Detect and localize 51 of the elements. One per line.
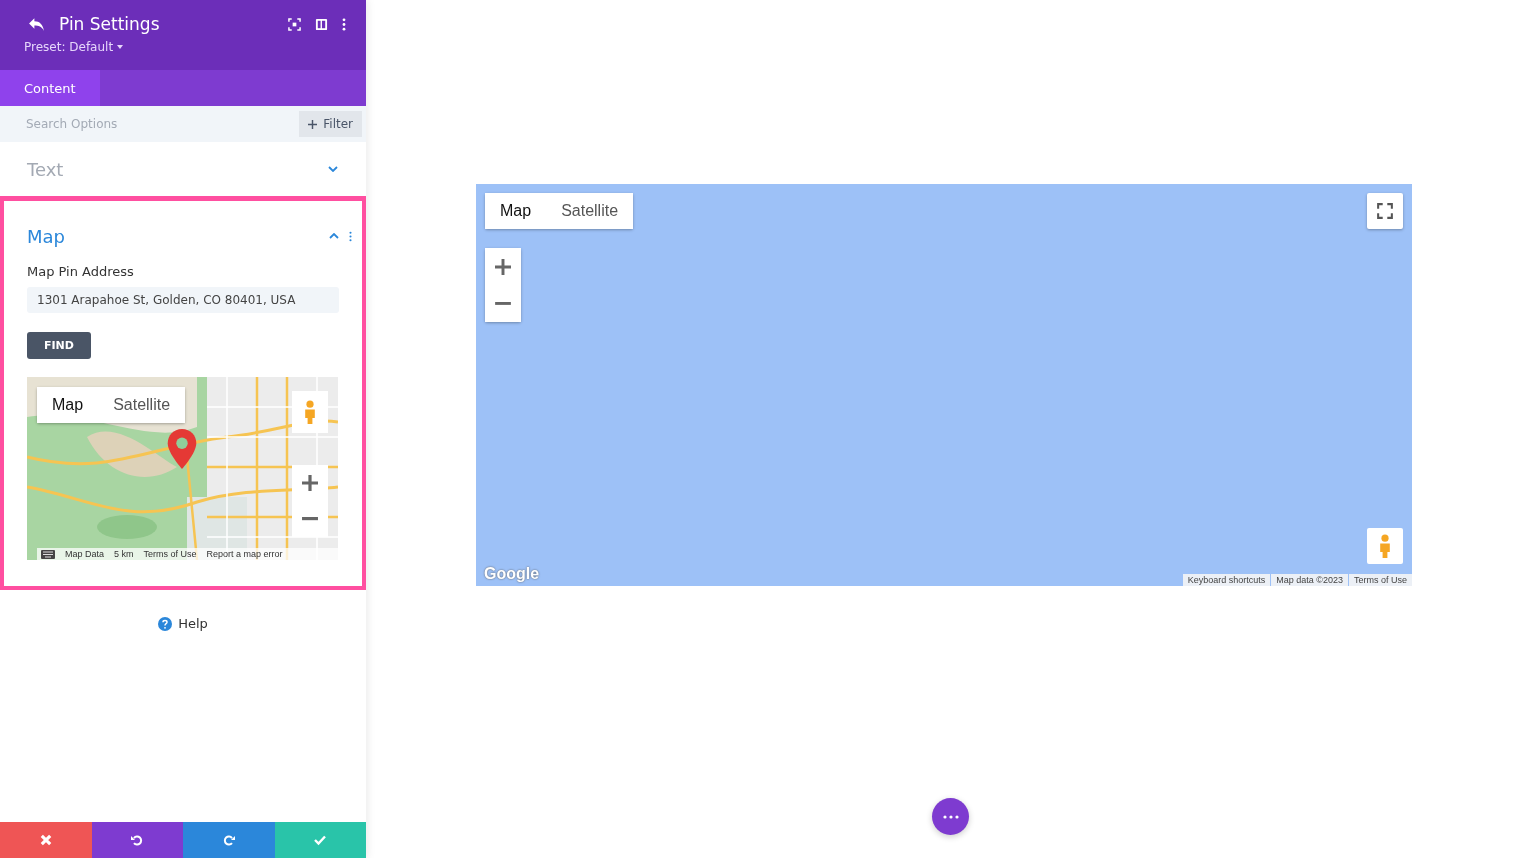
more-options-button[interactable] [932, 798, 969, 835]
map-footer-link[interactable]: Map data ©2023 [1271, 574, 1348, 586]
back-icon[interactable] [28, 16, 45, 32]
plus-icon [302, 475, 318, 491]
filter-button[interactable]: Filter [299, 106, 366, 142]
help-icon [158, 616, 173, 631]
undo-icon [131, 834, 144, 846]
person-icon [304, 400, 316, 424]
fullscreen-icon [1377, 203, 1393, 219]
redo-icon [222, 834, 235, 846]
minus-icon [495, 302, 511, 305]
more-icon[interactable] [349, 230, 352, 242]
check-icon [314, 834, 327, 846]
columns-icon[interactable] [315, 17, 328, 31]
section-title[interactable]: Map [27, 225, 65, 247]
map-logo: Google [484, 565, 540, 583]
more-icon[interactable] [342, 17, 346, 31]
plus-icon [495, 258, 511, 275]
keyboard-icon [41, 549, 55, 559]
map-type-tab[interactable]: Satellite [98, 387, 186, 423]
close-icon [39, 834, 52, 846]
map-type-tab[interactable]: Satellite [546, 193, 634, 229]
help-link[interactable]: Help [158, 616, 208, 631]
find-button[interactable]: FIND [27, 332, 91, 359]
panel-title: Pin Settings [59, 14, 160, 34]
focus-icon[interactable] [288, 17, 301, 31]
zoom-in-button[interactable] [485, 248, 521, 285]
minus-icon [302, 517, 318, 521]
map-type-tab[interactable]: Map [37, 387, 99, 423]
map-pin-icon [167, 429, 197, 469]
map-area[interactable]: Map Satellite Google Keyboard shortcuts Map data ©2023 Terms of Use [476, 184, 1412, 586]
caret-icon [117, 45, 124, 49]
search-field[interactable]: Search Options [0, 106, 300, 142]
more-icon [942, 814, 959, 819]
address-field[interactable]: 1301 Arapahoe St, Golden, CO 80401, USA [27, 287, 339, 313]
map-footer-text: 5 km [114, 549, 134, 559]
tab[interactable]: Content [0, 70, 100, 106]
chevron-icon[interactable] [329, 233, 339, 239]
zoom-out-button[interactable] [485, 285, 521, 322]
preset-dropdown[interactable]: Preset: Default [24, 40, 124, 54]
map-footer-link[interactable]: Keyboard shortcuts [1182, 574, 1271, 586]
map-footer-text: Map Data [65, 549, 105, 559]
field-label: Map Pin Address [27, 264, 134, 279]
person-icon [1379, 533, 1391, 559]
map-footer-link[interactable]: Terms of Use [1349, 574, 1412, 586]
plus-icon [308, 119, 318, 129]
map-footer-text: Report a map error [206, 549, 283, 559]
chevron-icon[interactable] [328, 166, 338, 172]
fullscreen-button[interactable] [1367, 193, 1403, 229]
map-type-tab[interactable]: Map [485, 193, 547, 229]
map-footer-text: Terms of Use [143, 549, 197, 559]
